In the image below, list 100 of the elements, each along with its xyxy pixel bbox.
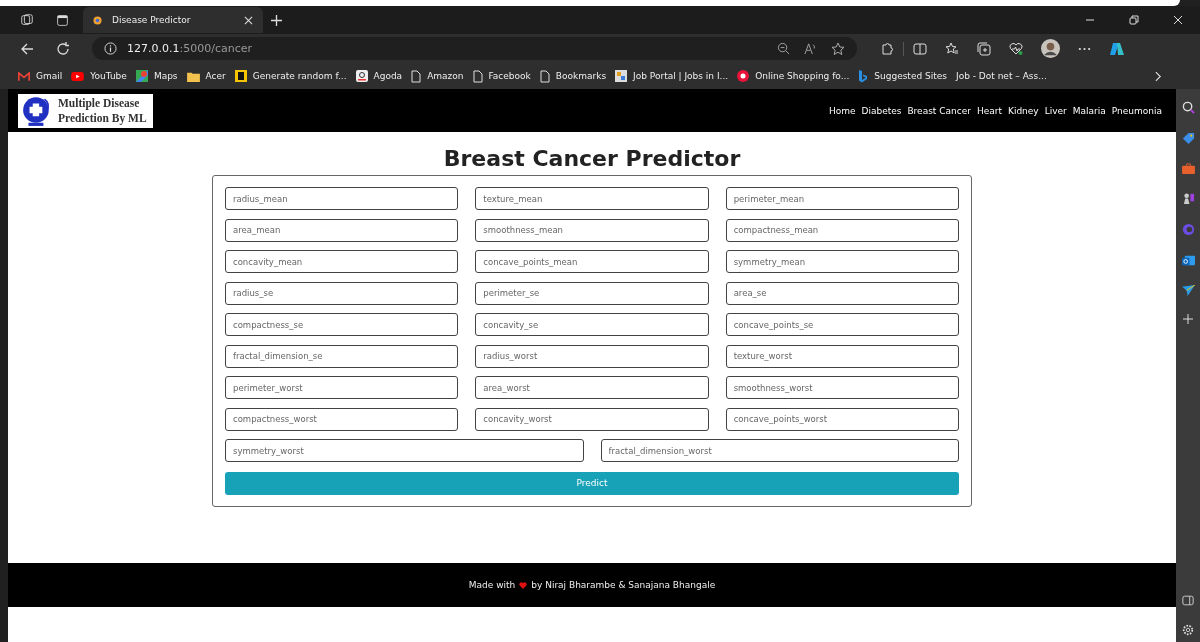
tag-icon[interactable] [1181,132,1195,145]
nav-link[interactable]: Breast Cancer [907,105,971,116]
mail-app-icon[interactable] [1181,254,1195,267]
bookmark-item[interactable]: Gmail [18,71,63,81]
square-icon [234,70,247,82]
nav-link[interactable]: Pneumonia [1111,105,1162,116]
paper-plane-icon[interactable] [1181,285,1195,296]
read-aloud-icon[interactable] [804,42,817,55]
address-field[interactable]: 127.0.0.1:5000/cancer [92,37,857,60]
bookmark-item[interactable]: Facebook [472,69,531,83]
input-field[interactable]: radius_worst [475,344,709,368]
split-screen-icon[interactable] [913,41,927,56]
input-field[interactable]: perimeter_se [475,281,709,305]
input-field[interactable]: fractal_dimension_worst [600,439,959,462]
input-field[interactable]: perimeter_mean [725,187,959,210]
map-pin-icon [135,70,148,82]
more-icon[interactable] [1078,46,1091,51]
bookmark-item[interactable]: Maps [135,70,178,82]
input-field[interactable]: concave_points_worst [725,407,959,431]
bookmark-item[interactable]: Acer [186,70,226,82]
bookmark-item[interactable]: Generate random f... [234,70,347,82]
star-icon[interactable] [831,41,845,56]
page-icon [472,69,483,83]
input-field[interactable]: concavity_mean [225,250,459,273]
input-field[interactable]: symmetry_mean [725,250,959,273]
page-title: Breast Cancer Predictor [443,146,741,171]
zoom-out-icon[interactable] [777,42,790,55]
profile-avatar-icon[interactable] [1041,39,1060,58]
close-icon[interactable] [1173,15,1183,25]
input-field[interactable]: compactness_mean [725,218,959,242]
chess-piece-icon[interactable] [1181,192,1195,205]
page-icon [539,69,550,83]
restore-icon[interactable] [1129,15,1139,25]
page-icon [411,69,422,83]
logo-text: Multiple Disease [58,95,141,111]
input-field[interactable]: concave_points_se [725,313,959,336]
workspaces-icon[interactable] [20,13,34,27]
input-field[interactable]: texture_mean [475,187,709,210]
back-icon[interactable] [20,41,34,56]
input-field[interactable]: symmetry_worst [225,439,584,462]
input-field[interactable]: smoothness_worst [725,376,959,399]
logo-text: Prediction By ML [58,110,147,126]
tile-icon [615,70,628,82]
bookmark-item[interactable]: Online Shopping fo... [737,70,850,82]
nav-link[interactable]: Malaria [1072,105,1106,116]
favorites-icon[interactable] [945,41,959,56]
collections-icon[interactable] [977,41,991,56]
input-field[interactable]: concavity_worst [475,407,709,431]
footer-text: by Niraj Bharambe & Sanajana Bhangale [531,580,716,590]
nav-link[interactable]: Home [828,105,856,116]
bookmark-item[interactable]: Suggested Sites [858,69,947,83]
input-field[interactable]: radius_se [225,281,459,305]
heart-icon [519,581,528,589]
footer-text: Made with [468,580,516,590]
input-field[interactable]: compactness_se [225,313,459,336]
close-icon[interactable] [244,15,253,25]
play-icon [71,71,85,81]
info-icon [104,42,117,55]
sidebar-toggle-icon[interactable] [1182,595,1194,606]
logo[interactable]: Multiple Disease Prediction By ML [18,93,153,128]
envelope-icon [18,71,30,81]
input-field[interactable]: concave_points_mean [475,250,709,273]
bookmark-item[interactable]: Agoda [355,70,403,82]
bookmark-item[interactable]: Amazon [411,69,464,83]
nav-link[interactable]: Kidney [1008,105,1039,116]
extensions-icon[interactable] [880,41,894,56]
input-field[interactable]: texture_worst [725,344,959,368]
settings-icon[interactable] [1182,624,1194,636]
nav-link[interactable]: Liver [1044,105,1067,116]
copilot-icon[interactable] [1109,40,1125,57]
input-field[interactable]: area_mean [225,218,459,242]
folder-icon [186,70,200,82]
input-field[interactable]: area_se [725,281,959,305]
tab-title: Disease Predictor [112,15,192,25]
add-icon[interactable] [1183,314,1193,324]
agoda-icon [355,70,368,82]
shop-icon [737,70,750,82]
input-field[interactable]: perimeter_worst [225,376,459,399]
favicon-icon [93,15,102,25]
input-field[interactable]: fractal_dimension_se [225,344,459,368]
input-field[interactable]: concavity_se [475,313,709,336]
bookmark-item[interactable]: Bookmarks [539,69,607,83]
bing-icon [858,69,869,83]
input-field[interactable]: radius_mean [225,187,459,210]
input-field[interactable]: smoothness_mean [475,218,709,242]
input-field[interactable]: area_worst [475,376,709,399]
new-tab-icon[interactable] [271,14,282,26]
input-field[interactable]: compactness_worst [225,407,459,431]
chevron-right-icon[interactable] [1155,70,1162,82]
reload-icon[interactable] [56,41,70,56]
bookmark-item[interactable]: Job Portal | Jobs in I... [615,70,729,82]
search-icon[interactable] [1181,101,1195,114]
bookmark-item[interactable]: YouTube [71,71,127,81]
nav-link[interactable]: Diabetes [861,105,902,116]
browser-tab[interactable]: Disease Predictor [83,7,263,33]
heart-pulse-icon[interactable] [1009,41,1023,56]
nav-link[interactable]: Heart [976,105,1002,116]
tab-actions-icon[interactable] [56,13,69,27]
toolbox-icon[interactable] [1181,163,1195,174]
bookmark-item[interactable]: Job - Dot net – Ass... [956,71,1047,81]
